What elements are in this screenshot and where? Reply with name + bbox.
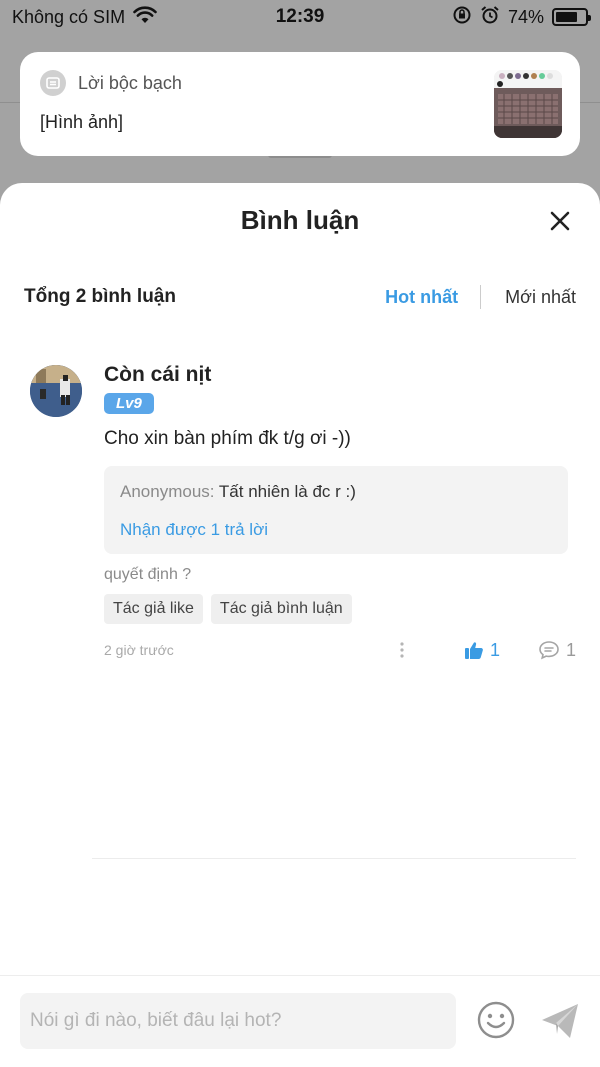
author-like-tag: Tác giả like xyxy=(104,594,203,624)
reply-count: 1 xyxy=(565,639,576,660)
comment-input-bar xyxy=(0,975,600,1067)
sort-hot-tab[interactable]: Hot nhất xyxy=(385,287,480,308)
sheet-title: Bình luận xyxy=(240,205,360,235)
battery-fill xyxy=(556,12,577,22)
battery-icon xyxy=(552,8,591,26)
avatar[interactable] xyxy=(30,365,82,417)
total-comments: Tổng 2 bình luận xyxy=(24,286,176,307)
comment-question: quyết định ? xyxy=(104,566,192,583)
reply-text: Tất nhiên là đc r :) xyxy=(214,482,356,501)
notification-thumbnail xyxy=(494,70,562,138)
thumbs-up-icon xyxy=(464,642,483,659)
close-button[interactable] xyxy=(544,205,576,237)
alarm-icon xyxy=(480,5,500,30)
notification-banner[interactable]: Lời bộc bạch [Hình ảnh] xyxy=(20,52,580,156)
emoji-button[interactable] xyxy=(476,1000,516,1040)
comment-body: Còn cái nịt Lv9 Cho xin bàn phím đk t/g … xyxy=(104,361,576,664)
author-comment-tag: Tác giả bình luận xyxy=(210,594,352,624)
reply-button[interactable]: 1 xyxy=(538,640,576,661)
reply-author: Anonymous: xyxy=(120,482,215,501)
comment-author[interactable]: Còn cái nịt xyxy=(104,361,576,389)
carrier-label: Không có SIM xyxy=(12,6,126,27)
battery-percent: 74% xyxy=(507,6,544,27)
reply-line: Anonymous: Tất nhiên là đc r :) xyxy=(120,482,552,502)
status-right: 74% xyxy=(358,5,591,30)
more-options-button[interactable] xyxy=(392,642,412,658)
app-icon xyxy=(40,70,66,96)
comments-sheet: Bình luận Tổng 2 bình luận Hot nhất Mới … xyxy=(0,183,600,1067)
comment-bubble-icon xyxy=(539,641,559,660)
send-button[interactable] xyxy=(540,1002,580,1040)
comment-time: 2 giờ trước xyxy=(104,642,174,658)
emoji-icon xyxy=(477,1001,515,1039)
view-replies-link[interactable]: Nhận được 1 trả lời xyxy=(120,520,552,540)
comment-input[interactable] xyxy=(20,993,456,1049)
like-count: 1 xyxy=(489,639,500,660)
notification-header: Lời bộc bạch xyxy=(40,70,560,96)
sort-newest-tab[interactable]: Mới nhất xyxy=(481,287,576,308)
like-button[interactable]: 1 xyxy=(464,640,500,661)
comment-text: Cho xin bàn phím đk t/g ơi -)) xyxy=(104,428,351,449)
comments-summary: Tổng 2 bình luận Hot nhất Mới nhất xyxy=(24,281,576,313)
wifi-icon xyxy=(133,5,157,29)
close-icon xyxy=(550,211,570,231)
comment-meta: 2 giờ trước 1 1 xyxy=(104,636,576,664)
level-badge: Lv9 xyxy=(104,393,154,414)
status-left: Không có SIM xyxy=(12,5,242,29)
rotation-lock-icon xyxy=(452,5,472,30)
comment-tags: Tác giả like Tác giả bình luận xyxy=(104,594,576,624)
notification-body: [Hình ảnh] xyxy=(40,112,124,132)
reply-preview[interactable]: Anonymous: Tất nhiên là đc r :) Nhận đượ… xyxy=(104,466,568,554)
comment-divider xyxy=(92,858,576,859)
status-bar: Không có SIM 12:39 74% xyxy=(0,0,600,34)
more-vertical-icon xyxy=(400,642,404,658)
send-icon xyxy=(542,1004,578,1038)
notification-app-name: Lời bộc bạch xyxy=(78,72,182,93)
clock: 12:39 xyxy=(275,6,325,27)
